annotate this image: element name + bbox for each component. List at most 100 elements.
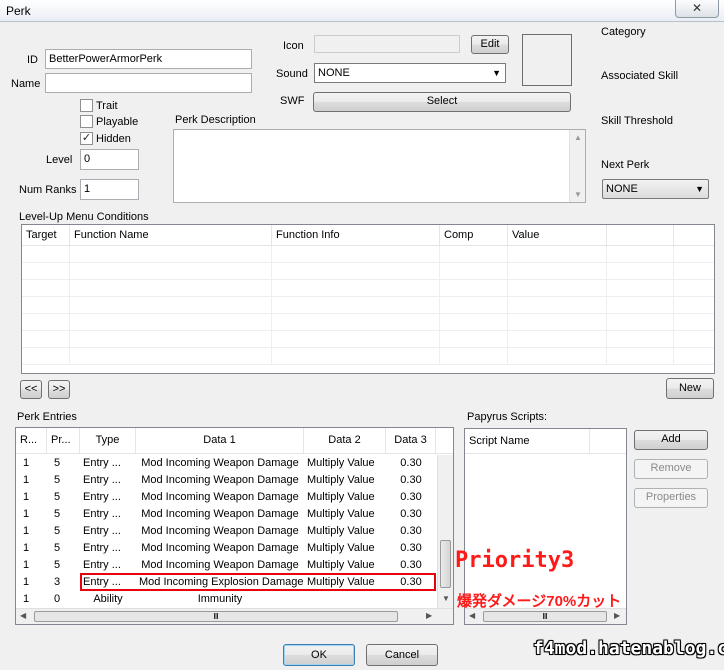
col-type[interactable]: Type (80, 428, 136, 453)
scroll-down-icon[interactable]: ▼ (442, 594, 450, 603)
rank-cell: 1 (23, 576, 30, 588)
priority-cell: 0 (54, 593, 61, 605)
scroll-down-icon[interactable]: ▼ (574, 190, 582, 199)
type-cell: Entry ... (83, 491, 121, 503)
priority-cell: 5 (54, 491, 61, 503)
playable-check-box[interactable] (80, 115, 93, 128)
ok-button[interactable]: OK (283, 644, 355, 666)
table-row[interactable]: 1 5 Entry ... Mod Incoming Weapon Damage Mul… (16, 489, 437, 506)
data1-cell: Mod Incoming Weapon Damage (141, 491, 299, 503)
col-script-name[interactable]: Script Name (465, 429, 590, 453)
scroll-left-icon[interactable]: ◀ (469, 611, 475, 620)
perk-entries-list[interactable]: R... Pr... Type Data 1 Data 2 Data 3 1 5 E… (15, 427, 454, 625)
window-title: Perk (6, 4, 31, 18)
scroll-left-icon[interactable]: ◀ (20, 611, 26, 620)
data1-cell: Immunity (197, 593, 243, 605)
cancel-button[interactable]: Cancel (366, 644, 438, 666)
new-condition-button[interactable]: New (666, 378, 714, 399)
perk-entries-hscrollbar[interactable]: ◀ Ⅲ ▶ (16, 608, 453, 624)
hscroll-thumb[interactable]: Ⅲ (483, 611, 607, 622)
description-scrollbar[interactable]: ▲ ▼ (569, 130, 585, 202)
type-cell: Entry ... (83, 508, 121, 520)
scroll-up-icon[interactable]: ▲ (574, 133, 582, 142)
data1-cell: Mod Incoming Weapon Damage (141, 508, 299, 520)
level-field[interactable]: 0 (80, 149, 139, 170)
swf-select-button[interactable]: Select (313, 92, 571, 112)
perk-description-field[interactable]: ▲ ▼ (173, 129, 586, 203)
num-ranks-label: Num Ranks (19, 184, 77, 196)
damage-cut-annotation: 爆発ダメージ70%カット (457, 593, 622, 610)
id-field[interactable]: BetterPowerArmorPerk (45, 49, 252, 69)
scroll-right-icon[interactable]: ▶ (614, 611, 620, 620)
close-button[interactable]: ✕ (675, 0, 719, 18)
type-cell: Entry ... (83, 457, 121, 469)
data2-cell: Multiply Value (307, 576, 375, 588)
trait-checkbox[interactable]: Trait (80, 99, 118, 112)
data2-cell: Multiply Value (307, 559, 375, 571)
next-condition-button[interactable]: >> (48, 380, 70, 399)
rank-cell: 1 (23, 525, 30, 537)
num-ranks-field[interactable]: 1 (80, 179, 139, 200)
table-row[interactable]: 1 5 Entry ... Mod Incoming Weapon Damage Mul… (16, 540, 437, 557)
sound-dropdown[interactable]: NONE ▼ (314, 63, 506, 83)
script-properties-button[interactable]: Properties (634, 488, 708, 508)
data1-cell: Mod Incoming Weapon Damage (141, 474, 299, 486)
data1-cell: Mod Incoming Weapon Damage (141, 542, 299, 554)
watermark-text: f4mod.hatenablog.com (533, 638, 724, 659)
table-row (22, 314, 714, 331)
hidden-check-box[interactable]: ✓ (80, 132, 93, 145)
table-row[interactable]: 1 5 Entry ... Mod Incoming Weapon Damage Mul… (16, 472, 437, 489)
col-data2[interactable]: Data 2 (304, 428, 386, 453)
col-target[interactable]: Target (22, 225, 70, 245)
grip-icon: Ⅲ (542, 612, 548, 621)
next-perk-label: Next Perk (601, 159, 650, 171)
conditions-list[interactable]: Target Function Name Function Info Comp … (21, 224, 715, 374)
table-row[interactable]: 1 3 Entry ... Mod Incoming Explosion Damage… (16, 574, 437, 591)
name-field[interactable] (45, 73, 252, 93)
data3-cell: 0.30 (400, 474, 422, 486)
col-function-name[interactable]: Function Name (70, 225, 272, 245)
table-row[interactable]: 1 5 Entry ... Mod Incoming Weapon Damage Mul… (16, 557, 437, 574)
col-value[interactable]: Value (508, 225, 607, 245)
scripts-header: Script Name (465, 429, 626, 454)
type-cell: Entry ... (83, 525, 121, 537)
remove-script-button[interactable]: Remove (634, 459, 708, 479)
data2-cell: Multiply Value (307, 508, 375, 520)
add-script-button[interactable]: Add (634, 430, 708, 450)
icon-label: Icon (283, 40, 304, 52)
perk-description-label: Perk Description (175, 114, 256, 126)
trait-check-box[interactable] (80, 99, 93, 112)
col-data3[interactable]: Data 3 (386, 428, 436, 453)
data3-cell: 0.30 (400, 576, 422, 588)
edit-icon-button[interactable]: Edit (471, 35, 509, 54)
data2-cell: Multiply Value (307, 525, 375, 537)
perk-entries-header: R... Pr... Type Data 1 Data 2 Data 3 (16, 428, 453, 454)
next-perk-value: NONE (606, 183, 638, 195)
data1-cell: Mod Incoming Weapon Damage (141, 457, 299, 469)
table-row (22, 246, 714, 263)
col-comp[interactable]: Comp (440, 225, 508, 245)
col-priority[interactable]: Pr... (47, 428, 80, 453)
table-row[interactable]: 1 5 Entry ... Mod Incoming Weapon Damage Mul… (16, 506, 437, 523)
perk-entries-vscrollbar[interactable]: ▼ (437, 455, 453, 608)
priority-cell: 5 (54, 474, 61, 486)
table-row[interactable]: 1 5 Entry ... Mod Incoming Weapon Damage Mul… (16, 455, 437, 472)
col-function-info[interactable]: Function Info (272, 225, 440, 245)
playable-checkbox[interactable]: Playable (80, 115, 138, 128)
perk-entries-label: Perk Entries (17, 411, 77, 423)
table-row[interactable]: 1 0 Ability Immunity (16, 591, 437, 608)
scroll-thumb[interactable] (440, 540, 451, 588)
rank-cell: 1 (23, 491, 30, 503)
type-cell: Entry ... (83, 542, 121, 554)
hidden-checkbox[interactable]: ✓ Hidden (80, 132, 131, 145)
hscroll-thumb[interactable]: Ⅲ (34, 611, 398, 622)
col-extra[interactable] (607, 225, 674, 245)
col-data1[interactable]: Data 1 (136, 428, 304, 453)
scroll-right-icon[interactable]: ▶ (426, 611, 432, 620)
col-rank[interactable]: R... (16, 428, 47, 453)
table-row[interactable]: 1 5 Entry ... Mod Incoming Weapon Damage Mul… (16, 523, 437, 540)
trait-label: Trait (96, 99, 118, 112)
prev-condition-button[interactable]: << (20, 380, 42, 399)
data2-cell: Multiply Value (307, 491, 375, 503)
next-perk-dropdown[interactable]: NONE ▼ (602, 179, 709, 199)
